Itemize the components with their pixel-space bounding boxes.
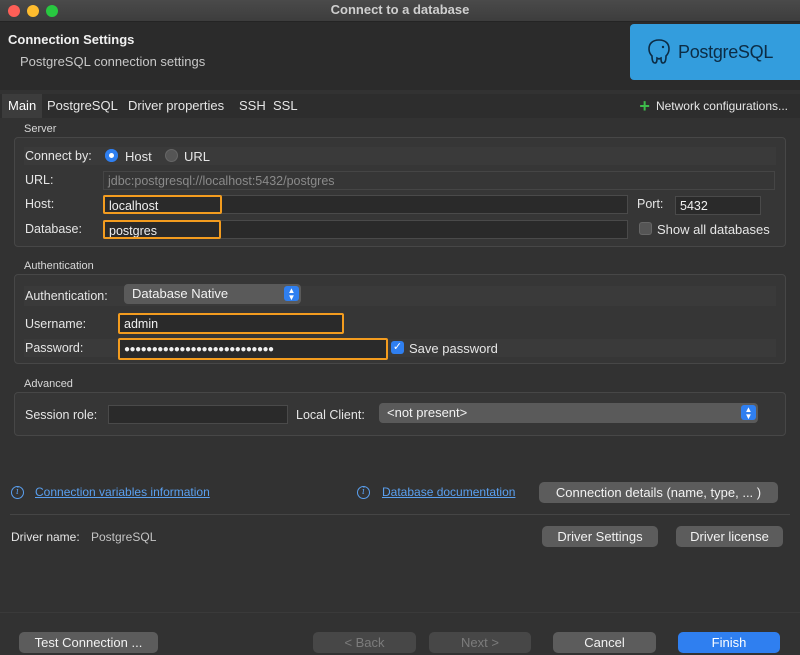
advanced-group-label: Advanced: [24, 378, 73, 390]
info-icon: i: [11, 486, 24, 499]
connect-by-label: Connect by:: [25, 149, 92, 163]
auth-group-label: Authentication: [24, 260, 94, 272]
database-documentation-link[interactable]: Database documentation: [382, 485, 515, 499]
tab-ssl[interactable]: SSL: [267, 94, 304, 118]
save-password-label[interactable]: Save password: [409, 341, 498, 356]
divider: [10, 514, 790, 515]
driver-name-value: PostgreSQL: [91, 530, 157, 544]
dialog-header: Connection Settings PostgreSQL connectio…: [0, 22, 800, 90]
host-label: Host:: [25, 197, 55, 211]
local-client-select[interactable]: <not present> ▲ ▼: [379, 403, 758, 423]
show-all-databases-checkbox[interactable]: [639, 222, 652, 235]
tab-postgresql[interactable]: PostgreSQL: [41, 94, 124, 118]
server-group-label: Server: [24, 123, 57, 135]
authentication-label: Authentication:: [25, 289, 108, 303]
tab-main[interactable]: Main: [2, 94, 43, 118]
session-role-label: Session role:: [25, 408, 98, 422]
username-field[interactable]: admin: [118, 313, 344, 334]
password-field[interactable]: ●●●●●●●●●●●●●●●●●●●●●●●●●●●: [118, 338, 388, 360]
select-arrows-icon: ▲ ▼: [284, 286, 299, 302]
port-label: Port:: [637, 197, 664, 211]
url-field[interactable]: jdbc:postgresql://localhost:5432/postgre…: [103, 171, 775, 190]
header-subtitle: PostgreSQL connection settings: [20, 54, 206, 69]
password-label: Password:: [25, 341, 84, 355]
local-client-select-value: <not present>: [387, 405, 468, 420]
host-radio[interactable]: [105, 149, 118, 162]
postgresql-logo: PostgreSQL: [630, 24, 800, 80]
tab-ssh[interactable]: SSH: [233, 94, 272, 118]
tab-bar: Main PostgreSQL Driver properties SSH SS…: [0, 94, 800, 118]
elephant-icon: [648, 39, 670, 64]
port-field[interactable]: 5432: [675, 196, 761, 215]
host-radio-label[interactable]: Host: [125, 149, 152, 164]
session-role-field[interactable]: [108, 405, 288, 424]
info-icon: i: [357, 486, 370, 499]
tab-driver-properties[interactable]: Driver properties: [122, 94, 230, 118]
finish-button[interactable]: Finish: [678, 632, 780, 653]
database-field[interactable]: postgres: [103, 220, 221, 239]
url-radio-label[interactable]: URL: [184, 149, 210, 164]
plus-icon: +: [639, 96, 650, 116]
host-field[interactable]: localhost: [103, 195, 222, 214]
connection-variables-link[interactable]: Connection variables information: [35, 485, 210, 499]
network-configurations-button[interactable]: + Network configurations...: [639, 94, 788, 118]
driver-license-button[interactable]: Driver license: [676, 526, 783, 547]
select-arrows-icon: ▲ ▼: [741, 405, 756, 421]
url-radio[interactable]: [165, 149, 178, 162]
save-password-checkbox[interactable]: ✓: [391, 341, 404, 354]
driver-name-label: Driver name:: [11, 530, 80, 544]
network-configurations-label: Network configurations...: [655, 99, 788, 113]
driver-settings-button[interactable]: Driver Settings: [542, 526, 658, 547]
database-label: Database:: [25, 222, 82, 236]
cancel-button[interactable]: Cancel: [553, 632, 656, 653]
footer-divider: [0, 612, 800, 613]
header-title: Connection Settings: [8, 32, 135, 47]
next-button[interactable]: Next >: [429, 632, 531, 653]
test-connection-button[interactable]: Test Connection ...: [19, 632, 158, 653]
back-button[interactable]: < Back: [313, 632, 416, 653]
username-label: Username:: [25, 317, 87, 331]
authentication-select[interactable]: Database Native ▲ ▼: [124, 284, 301, 304]
local-client-label: Local Client:: [296, 408, 365, 422]
title-bar: Connect to a database: [0, 0, 800, 22]
connection-details-button[interactable]: Connection details (name, type, ... ): [539, 482, 778, 503]
show-all-databases-label[interactable]: Show all databases: [657, 222, 770, 237]
url-label: URL:: [25, 173, 54, 187]
logo-text: PostgreSQL: [678, 41, 774, 62]
window-title: Connect to a database: [330, 2, 470, 17]
authentication-select-value: Database Native: [132, 286, 229, 301]
